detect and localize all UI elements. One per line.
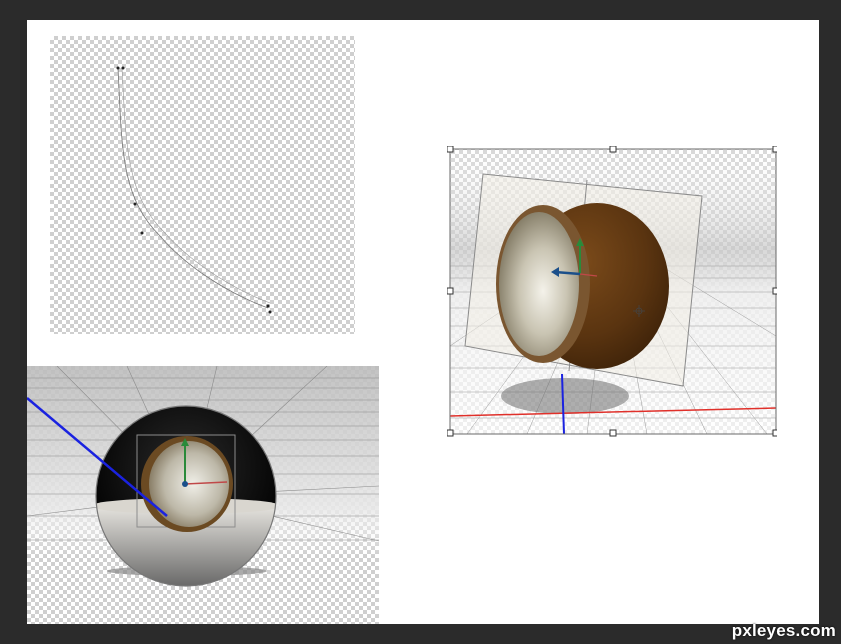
path-layer-panel[interactable] [50, 36, 355, 334]
handle-bottom-left [447, 429, 454, 437]
watermark: pxleyes.com [731, 621, 836, 640]
sphere-shadow [501, 378, 629, 414]
anchor-point [266, 304, 270, 308]
anchor-point [116, 66, 120, 70]
half-sphere-face [499, 212, 579, 356]
glass-sphere-scene [27, 366, 379, 587]
handle-bottom-center [609, 429, 617, 437]
handle-middle-left [447, 287, 454, 295]
handle-top-right [772, 146, 777, 153]
transform-panel[interactable] [447, 146, 777, 438]
anchor-point [121, 66, 125, 70]
handle-middle-right [772, 287, 777, 295]
document-canvas[interactable] [27, 20, 819, 624]
handle-top-center [609, 146, 617, 153]
handle-top-left [447, 146, 454, 153]
anchor-point [140, 231, 144, 235]
anchor-point [133, 202, 137, 206]
transform-scene [447, 146, 777, 437]
anchor-point [268, 310, 272, 314]
z-axis-widget [182, 481, 188, 487]
curve-path [116, 66, 272, 314]
handle-bottom-right [772, 429, 777, 437]
glass-sphere-panel[interactable] [27, 366, 379, 624]
